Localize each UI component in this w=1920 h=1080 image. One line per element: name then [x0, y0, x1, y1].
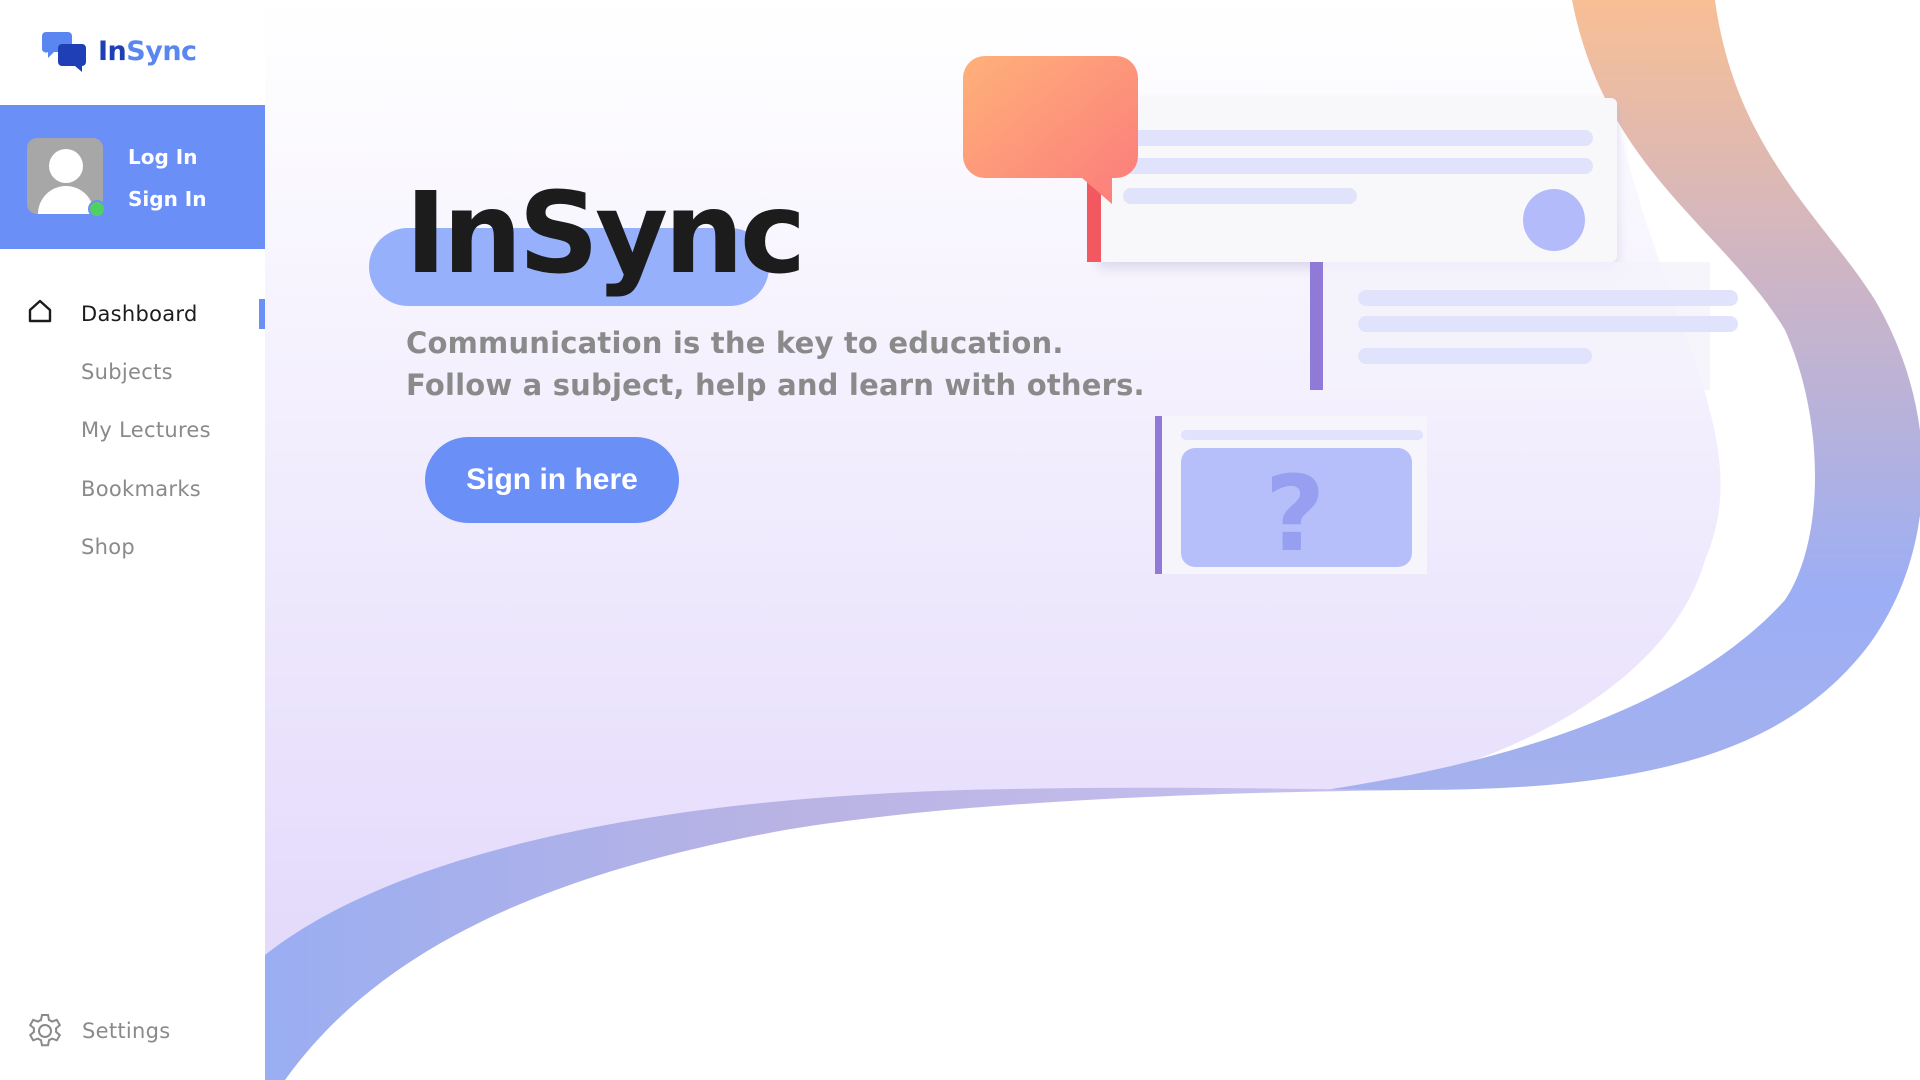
- sidebar-item-dashboard[interactable]: Dashboard: [81, 302, 198, 326]
- avatar-head: [49, 149, 83, 183]
- gear-icon: [28, 1014, 62, 1047]
- tagline-line2: Follow a subject, help and learn with ot…: [406, 368, 1145, 402]
- sidebar: InSync Log In Sign In Dashboard Subjects…: [0, 0, 265, 1080]
- sign-in-here-button[interactable]: Sign in here: [425, 437, 679, 523]
- active-indicator: [259, 299, 265, 329]
- app-window: InSync Log In Sign In Dashboard Subjects…: [0, 0, 1920, 1080]
- settings-label: Settings: [82, 1019, 171, 1043]
- chat-bubbles-icon: [42, 32, 86, 72]
- background-wave: [265, 0, 1920, 1080]
- avatar-body: [38, 186, 94, 214]
- online-status-indicator: [88, 200, 106, 218]
- brand-logo[interactable]: InSync: [42, 28, 197, 74]
- main-content: InSync Communication is the key to educa…: [265, 0, 1920, 1080]
- page-title: InSync: [405, 169, 806, 299]
- sidebar-item-my-lectures[interactable]: My Lectures: [81, 418, 211, 442]
- signin-link[interactable]: Sign In: [128, 187, 206, 211]
- login-link[interactable]: Log In: [128, 145, 197, 169]
- brand-name-part1: In: [98, 35, 127, 67]
- brand-name: InSync: [98, 36, 197, 67]
- brand-name-part2: Sync: [126, 35, 197, 67]
- sidebar-item-subjects[interactable]: Subjects: [81, 360, 173, 384]
- sidebar-item-bookmarks[interactable]: Bookmarks: [81, 477, 201, 501]
- sidebar-item-shop[interactable]: Shop: [81, 535, 135, 559]
- user-panel: Log In Sign In: [0, 105, 265, 249]
- tagline-line1: Communication is the key to education.: [406, 326, 1064, 360]
- home-icon[interactable]: [26, 297, 54, 325]
- settings-button[interactable]: Settings: [26, 1012, 171, 1050]
